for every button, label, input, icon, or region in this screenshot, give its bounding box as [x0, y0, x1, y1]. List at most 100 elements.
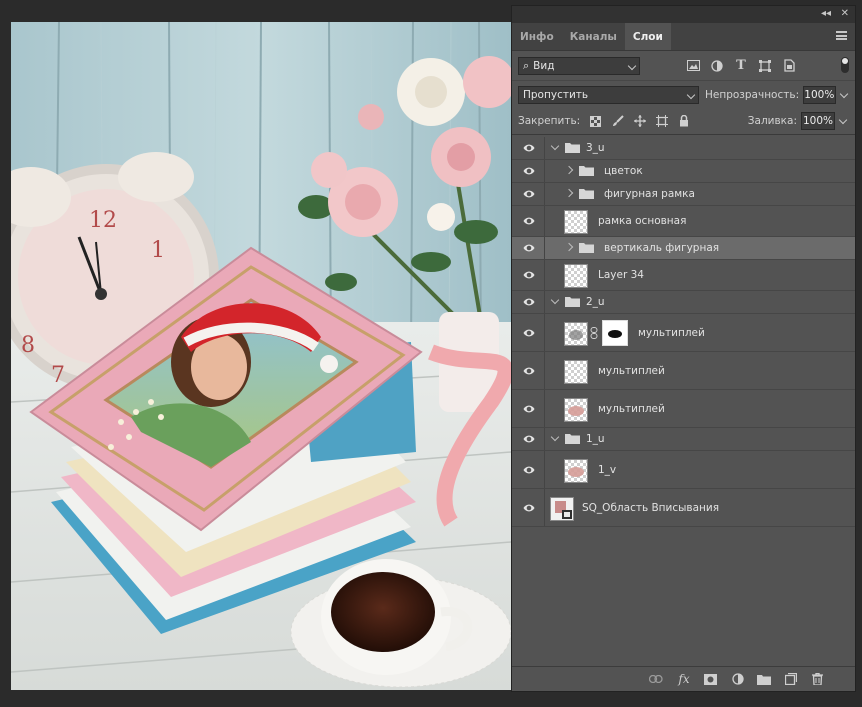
svg-text:12: 12	[89, 208, 117, 233]
panel-menu-icon[interactable]	[836, 31, 847, 40]
chevron-down-icon[interactable]	[550, 141, 560, 151]
collapse-panel-button[interactable]: ◂◂	[821, 8, 831, 19]
layer-thumbnail[interactable]	[564, 359, 588, 384]
opacity-label: Непрозрачность:	[705, 88, 800, 101]
chevron-right-icon[interactable]	[564, 242, 574, 252]
layer-row[interactable]: цветок	[512, 160, 855, 183]
blend-mode-value: Пропустить	[523, 88, 589, 101]
visibility-eye-icon[interactable]	[523, 434, 535, 444]
layer-row[interactable]: мультиплей	[512, 314, 855, 352]
layer-row[interactable]: 1_u	[512, 428, 855, 451]
filter-toggle[interactable]	[841, 57, 849, 73]
tab-channels[interactable]: Каналы	[562, 23, 625, 50]
layer-row[interactable]: Layer 34	[512, 260, 855, 291]
row-separator	[544, 451, 545, 488]
visibility-eye-icon[interactable]	[523, 243, 535, 253]
folder-icon	[579, 188, 594, 199]
smart-object-filter-icon[interactable]	[782, 59, 796, 73]
layers-list: 3_u цветок фигурная рамка рамка основная вер…	[512, 137, 855, 527]
lock-transparent-pixels-icon[interactable]	[589, 115, 602, 128]
layer-thumbnail[interactable]	[564, 210, 588, 234]
layer-row[interactable]: вертикаль фигурная	[512, 237, 855, 260]
panel-tabs: Инфо Каналы Слои	[512, 23, 855, 51]
visibility-eye-icon[interactable]	[523, 143, 535, 153]
visibility-eye-icon[interactable]	[523, 297, 535, 307]
layer-row[interactable]: 2_u	[512, 291, 855, 314]
layers-panel: ◂◂ ✕ Инфо Каналы Слои ⌕ Вид T Пропустить…	[511, 5, 856, 692]
row-separator	[544, 291, 545, 313]
filter-kind-label: Вид	[533, 59, 555, 72]
mask-link-icon[interactable]	[590, 326, 598, 339]
chevron-right-icon[interactable]	[564, 188, 574, 198]
layer-row[interactable]: рамка основная	[512, 206, 855, 237]
layer-row[interactable]: фигурная рамка	[512, 183, 855, 206]
chevron-down-icon	[627, 61, 637, 70]
layer-thumbnail[interactable]	[564, 458, 588, 483]
svg-text:7: 7	[51, 363, 65, 388]
mask-icon[interactable]	[703, 672, 717, 686]
adjustment-filter-icon[interactable]	[710, 59, 724, 73]
lock-label: Закрепить:	[518, 115, 581, 127]
fx-icon[interactable]: fx	[677, 672, 691, 686]
tab-info[interactable]: Инфо	[512, 23, 562, 50]
row-separator	[544, 314, 545, 351]
tab-layers[interactable]: Слои	[624, 23, 671, 50]
document-canvas[interactable]: 12 1 8 7	[11, 22, 511, 690]
close-panel-button[interactable]: ✕	[841, 8, 849, 19]
fill-chevron-icon[interactable]	[839, 116, 849, 126]
visibility-eye-icon[interactable]	[523, 270, 535, 280]
visibility-eye-icon[interactable]	[523, 216, 535, 226]
type-filter-icon[interactable]: T	[734, 58, 748, 73]
visibility-eye-icon[interactable]	[523, 503, 535, 513]
layer-row[interactable]: 1_v	[512, 451, 855, 489]
filter-kind-dropdown[interactable]: ⌕ Вид	[518, 56, 640, 75]
shape-filter-icon[interactable]	[758, 59, 772, 73]
layer-row[interactable]: SQ_Область Вписывания	[512, 489, 855, 527]
chevron-down-icon[interactable]	[550, 432, 560, 442]
lock-position-icon[interactable]	[633, 115, 646, 128]
visibility-eye-icon[interactable]	[523, 328, 535, 338]
svg-text:8: 8	[21, 333, 35, 358]
svg-text:1: 1	[151, 238, 165, 263]
adjustment-icon[interactable]	[731, 672, 745, 686]
lock-image-pixels-icon[interactable]	[611, 115, 624, 128]
visibility-eye-icon[interactable]	[523, 465, 535, 475]
layer-name: 2_u	[586, 296, 605, 308]
chevron-down-icon[interactable]	[550, 295, 560, 305]
layer-row[interactable]: мультиплей	[512, 352, 855, 390]
row-separator	[544, 137, 545, 159]
visibility-eye-icon[interactable]	[523, 189, 535, 199]
layer-name: Layer 34	[598, 269, 644, 281]
folder-icon	[579, 242, 594, 253]
layer-name: SQ_Область Вписывания	[582, 501, 720, 514]
fill-input[interactable]: 100%	[801, 112, 835, 130]
visibility-eye-icon[interactable]	[523, 404, 535, 414]
layer-row[interactable]: 3_u	[512, 137, 855, 160]
new-layer-icon[interactable]	[784, 672, 798, 686]
opacity-input[interactable]: 100%	[803, 85, 836, 104]
fill-label: Заливка:	[747, 115, 797, 127]
layer-thumbnail[interactable]	[564, 264, 588, 288]
layer-thumbnail[interactable]	[564, 321, 588, 346]
layer-name: 1_u	[586, 433, 605, 445]
lock-artboard-icon[interactable]	[655, 115, 668, 128]
visibility-eye-icon[interactable]	[523, 166, 535, 176]
layer-thumbnail[interactable]	[564, 397, 588, 422]
chevron-right-icon[interactable]	[564, 165, 574, 175]
blend-mode-dropdown[interactable]: Пропустить	[518, 85, 699, 104]
visibility-eye-icon[interactable]	[523, 366, 535, 376]
trash-icon[interactable]	[810, 672, 824, 686]
opacity-chevron-icon[interactable]	[840, 90, 850, 100]
lock-all-icon[interactable]	[677, 115, 690, 128]
link-icon[interactable]	[649, 672, 663, 686]
new-group-icon[interactable]	[757, 672, 771, 686]
row-separator	[544, 183, 545, 205]
layer-mask-thumbnail[interactable]	[602, 319, 628, 346]
pixel-filter-icon[interactable]	[686, 59, 700, 73]
lock-row: Закрепить: Заливка: 100%	[512, 108, 855, 135]
row-separator	[544, 428, 545, 450]
smart-object-thumbnail[interactable]	[550, 496, 574, 521]
layer-row[interactable]: мультиплей	[512, 390, 855, 428]
layer-name: мультиплей	[598, 364, 665, 377]
layer-name: мультиплей	[638, 326, 705, 339]
